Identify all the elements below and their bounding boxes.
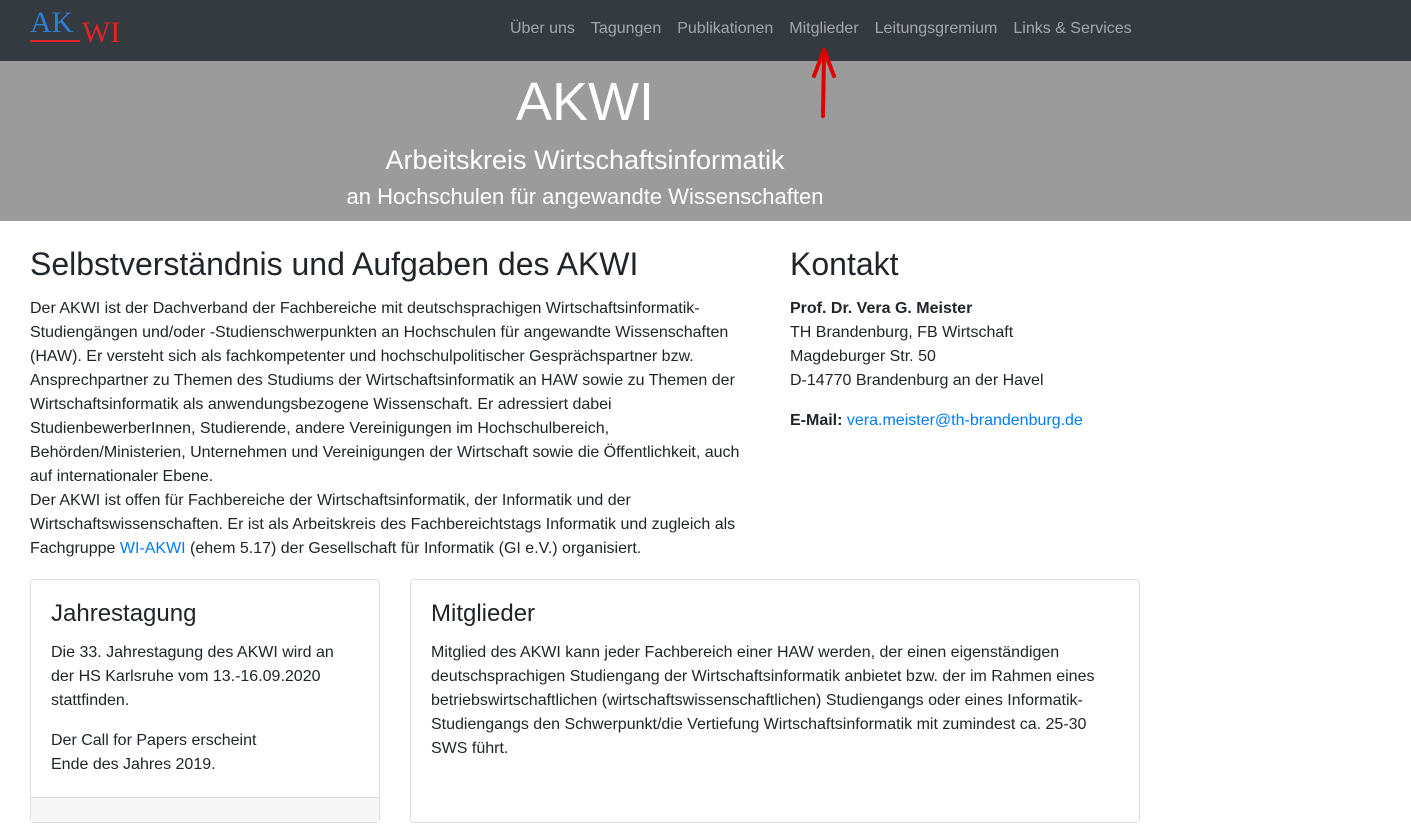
jahrestagung-text-2b: Ende des Jahres 2019. [51,756,216,773]
mitglieder-card: Mitglieder Mitglied des AKWI kann jeder … [410,579,1140,823]
about-heading: Selbstverständnis und Aufgaben des AKWI [30,246,639,282]
akwi-logo[interactable]: AK WI [30,8,130,48]
jahrestagung-body: Die 33. Jahrestagung des AKWI wird an de… [51,641,351,777]
about-paragraph-2-end: (ehem 5.17) der Gesellschaft für Informa… [185,540,642,557]
mitglieder-text: Mitglied des AKWI kann jeder Fachbereich… [431,644,1095,757]
jahrestagung-title: Jahrestagung [51,600,197,627]
nav-item-links-services[interactable]: Links & Services [1005,20,1139,38]
logo-wi-text: WI [82,16,121,49]
hero-subtitle: Arbeitskreis Wirtschaftsinformatik [385,145,785,175]
contact-section: Kontakt Prof. Dr. Vera G. Meister TH Bra… [790,245,1150,433]
logo-ak-text: AK [30,6,74,39]
contact-line-3: D-14770 Brandenburg an der Havel [790,372,1044,389]
contact-name: Prof. Dr. Vera G. Meister [790,300,973,317]
hero-banner: AKWI Arbeitskreis Wirtschaftsinformatik … [0,61,1411,221]
mitglieder-title: Mitglieder [431,600,536,627]
hero-subtitle-2: an Hochschulen für angewandte Wissenscha… [346,184,824,209]
contact-line-1: TH Brandenburg, FB Wirtschaft [790,324,1014,341]
red-arrow-icon [812,48,836,118]
jahrestagung-text-1: Die 33. Jahrestagung des AKWI wird an de… [51,644,334,709]
top-navbar: AK WI Über uns Tagungen Publikationen Mi… [0,0,1411,61]
nav-item-mitglieder[interactable]: Mitglieder [781,20,866,38]
nav-item-publikationen[interactable]: Publikationen [669,20,781,38]
contact-email-label: E-Mail: [790,412,843,429]
logo-underline [30,40,80,42]
hero-title: AKWI [515,72,654,132]
about-paragraph-1: Der AKWI ist der Dachverband der Fachber… [30,300,740,485]
nav-item-ueber-uns[interactable]: Über uns [502,20,583,38]
wi-akwi-link[interactable]: WI-AKWI [120,540,186,557]
contact-line-2: Magdeburger Str. 50 [790,348,936,365]
jahrestagung-text-2a: Der Call for Papers erscheint [51,732,257,749]
about-paragraph-2: Der AKWI ist offen für Fachbereiche der … [30,489,750,561]
contact-email-link[interactable]: vera.meister@th-brandenburg.de [847,412,1083,429]
jahrestagung-card-footer [31,797,379,822]
contact-heading: Kontakt [790,246,899,282]
nav-item-tagungen[interactable]: Tagungen [583,20,669,38]
contact-address: Prof. Dr. Vera G. Meister TH Brandenburg… [790,297,1150,393]
nav-item-leitungsgremium[interactable]: Leitungsgremium [867,20,1006,38]
jahrestagung-card: Jahrestagung Die 33. Jahrestagung des AK… [30,579,380,823]
jahrestagung-text-2: Der Call for Papers erscheint Ende des J… [51,729,351,777]
about-section: Selbstverständnis und Aufgaben des AKWI … [30,245,750,561]
mitglieder-body: Mitglied des AKWI kann jeder Fachbereich… [431,641,1111,761]
contact-email-row: E-Mail: vera.meister@th-brandenburg.de [790,409,1150,433]
